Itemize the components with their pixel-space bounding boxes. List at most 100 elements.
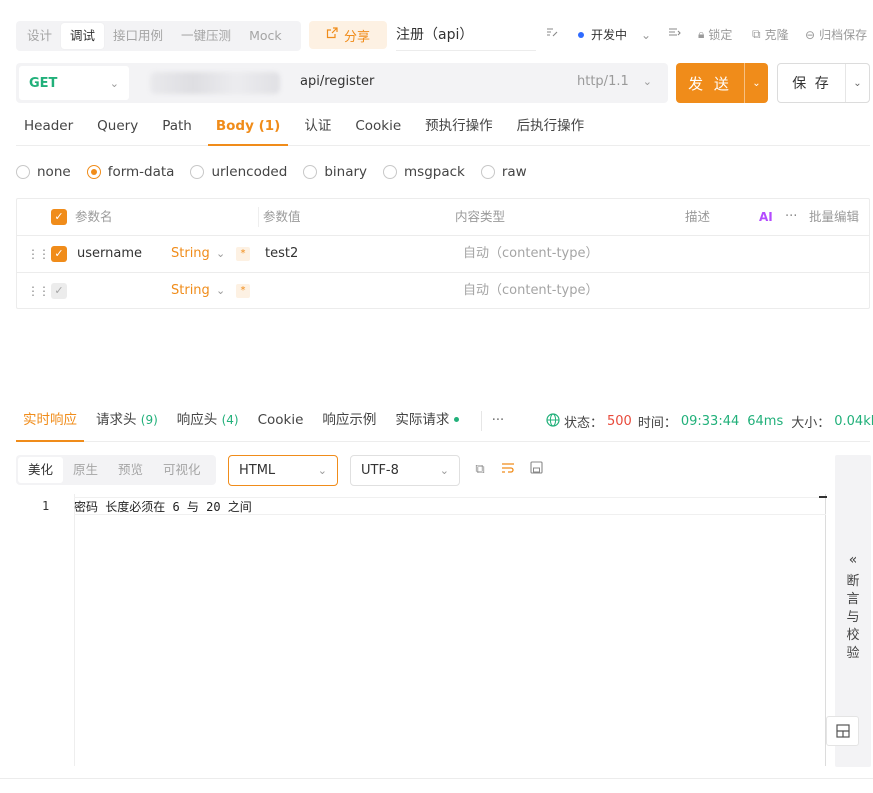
chevron-down-icon: ⌄ bbox=[642, 75, 652, 88]
content-type-input[interactable]: 自动（content-type） bbox=[463, 273, 599, 309]
radio-urlencoded[interactable]: urlencoded bbox=[190, 164, 287, 180]
tab-label: 响应示例 bbox=[322, 411, 377, 428]
row-checkbox[interactable]: ✓ bbox=[51, 283, 67, 299]
radio-none[interactable]: none bbox=[16, 164, 71, 180]
tab-request-headers[interactable]: 请求头 (9) bbox=[89, 400, 165, 442]
more-icon[interactable]: ··· bbox=[785, 199, 797, 235]
env-select[interactable]: 开发中 ⌄ bbox=[578, 26, 651, 43]
tab-label: 请求头 bbox=[96, 411, 137, 428]
tab-raw[interactable]: 原生 bbox=[63, 457, 108, 483]
save-button[interactable]: 保 存 ⌄ bbox=[777, 63, 870, 103]
chevron-down-icon[interactable]: ⌄ bbox=[744, 63, 768, 103]
http-version-select[interactable]: http/1.1 ⌄ bbox=[577, 74, 652, 89]
tab-post-script[interactable]: 后执行操作 bbox=[509, 108, 593, 146]
header-param-value: 参数值 bbox=[263, 209, 301, 224]
param-name-input[interactable]: username bbox=[77, 236, 142, 272]
tab-cookie[interactable]: Cookie bbox=[347, 108, 409, 146]
param-type-select[interactable]: String bbox=[171, 236, 210, 272]
tab-visualize[interactable]: 可视化 bbox=[153, 457, 211, 483]
tab-live-response[interactable]: 实时响应 bbox=[16, 400, 84, 442]
wrap-icon[interactable] bbox=[499, 461, 517, 479]
required-toggle[interactable]: * bbox=[236, 284, 250, 298]
param-type-select[interactable]: String bbox=[171, 273, 210, 309]
env-label: 开发中 bbox=[591, 28, 628, 42]
tab-pre-script[interactable]: 预执行操作 bbox=[417, 108, 501, 146]
time-label: 时间： bbox=[637, 416, 677, 431]
chevron-down-icon[interactable]: ⌄ bbox=[216, 273, 225, 309]
scrollbar-thumb[interactable] bbox=[819, 496, 827, 498]
url-input[interactable]: api/register bbox=[300, 74, 374, 89]
status-label: 状态： bbox=[564, 416, 604, 431]
chevron-down-icon: ⌄ bbox=[109, 76, 119, 90]
tab-response-headers[interactable]: 响应头 (4) bbox=[170, 400, 246, 442]
response-editor[interactable]: 1 密码 长度必须在 6 与 20 之间 bbox=[16, 494, 827, 766]
format-select[interactable]: HTML ⌄ bbox=[228, 455, 338, 486]
clone-label: 克隆 bbox=[764, 28, 789, 42]
tab-beautify[interactable]: 美化 bbox=[18, 457, 64, 483]
layout-icon[interactable] bbox=[826, 716, 859, 746]
radio-circle bbox=[16, 165, 30, 179]
radio-binary[interactable]: binary bbox=[303, 164, 367, 180]
body-type-radios: none form-data urlencoded binary msgpack… bbox=[16, 164, 527, 180]
tab-body[interactable]: Body (1) bbox=[207, 108, 289, 146]
tab-actual-request[interactable]: 实际请求 bbox=[388, 400, 465, 442]
required-toggle[interactable]: * bbox=[236, 247, 250, 261]
indicator-dot bbox=[453, 417, 459, 422]
select-all-checkbox[interactable]: ✓ bbox=[51, 209, 67, 225]
tab-test-cases[interactable]: 接口用例 bbox=[104, 23, 172, 49]
archive-icon: ⊖ bbox=[805, 27, 816, 42]
tab-auth[interactable]: 认证 bbox=[296, 108, 339, 146]
sort-icon[interactable] bbox=[668, 26, 681, 39]
line-number: 1 bbox=[42, 499, 50, 513]
edit-icon[interactable] bbox=[545, 26, 558, 39]
tab-query[interactable]: Query bbox=[89, 108, 146, 146]
drag-handle-icon[interactable]: ⋮⋮ bbox=[27, 236, 50, 272]
radio-circle bbox=[480, 165, 495, 179]
archive-save-button[interactable]: ⊖ 归档保存 bbox=[805, 26, 867, 43]
lock-button[interactable]: 🔒︎ 锁定 bbox=[698, 26, 732, 43]
send-button[interactable]: 发 送 ⌄ bbox=[676, 63, 768, 103]
tab-mock[interactable]: Mock bbox=[240, 23, 291, 49]
tab-header[interactable]: Header bbox=[16, 108, 81, 146]
share-label: 分享 bbox=[343, 29, 370, 45]
drag-handle-icon[interactable]: ⋮⋮ bbox=[27, 273, 50, 309]
clone-button[interactable]: ⧉ 克隆 bbox=[752, 26, 789, 43]
chevron-down-icon[interactable]: ⌄ bbox=[216, 236, 225, 272]
duration-value: 64ms bbox=[747, 414, 784, 429]
param-value-input[interactable]: test2 bbox=[265, 236, 298, 272]
tab-preview[interactable]: 预览 bbox=[108, 457, 153, 483]
method-select[interactable]: GET ⌄ bbox=[19, 66, 129, 100]
save-icon[interactable] bbox=[527, 461, 545, 479]
tab-cookie[interactable]: Cookie bbox=[251, 400, 311, 442]
share-button[interactable]: 分享 bbox=[309, 21, 387, 49]
tab-debug[interactable]: 调试 bbox=[61, 23, 105, 49]
copy-icon[interactable]: ⧉ bbox=[471, 461, 489, 479]
row-checkbox[interactable]: ✓ bbox=[51, 246, 67, 262]
ai-icon[interactable]: AI bbox=[759, 199, 773, 235]
radio-label: urlencoded bbox=[211, 164, 288, 180]
tab-count: (9) bbox=[140, 412, 158, 427]
radio-form-data[interactable]: form-data bbox=[86, 164, 174, 180]
bulk-edit-button[interactable]: 批量编辑 bbox=[809, 199, 859, 235]
tab-path[interactable]: Path bbox=[154, 108, 200, 146]
api-name-input[interactable]: 注册（api） bbox=[396, 21, 536, 51]
more-icon[interactable]: ··· bbox=[492, 413, 504, 428]
encoding-select[interactable]: UTF-8 ⌄ bbox=[350, 455, 460, 486]
radio-label: none bbox=[37, 164, 71, 180]
code-line: 密码 长度必须在 6 与 20 之间 bbox=[74, 497, 826, 515]
radio-msgpack[interactable]: msgpack bbox=[383, 164, 465, 180]
radio-circle bbox=[303, 165, 318, 179]
env-status-dot bbox=[578, 31, 584, 38]
tab-label: 响应头 bbox=[176, 411, 218, 428]
radio-raw[interactable]: raw bbox=[480, 164, 527, 180]
chevron-down-icon[interactable]: ⌄ bbox=[845, 64, 869, 102]
content-type-input[interactable]: 自动（content-type） bbox=[463, 236, 599, 272]
archive-label: 归档保存 bbox=[819, 28, 868, 42]
tab-response-example[interactable]: 响应示例 bbox=[315, 400, 383, 442]
side-panel-text: 断言与校验 bbox=[846, 574, 860, 661]
tab-stress-test[interactable]: 一键压测 bbox=[172, 23, 240, 49]
tab-design[interactable]: 设计 bbox=[18, 23, 61, 49]
header-param-name: 参数名 bbox=[75, 209, 113, 224]
radio-label: raw bbox=[501, 164, 527, 180]
status-code: 500 bbox=[607, 414, 632, 429]
